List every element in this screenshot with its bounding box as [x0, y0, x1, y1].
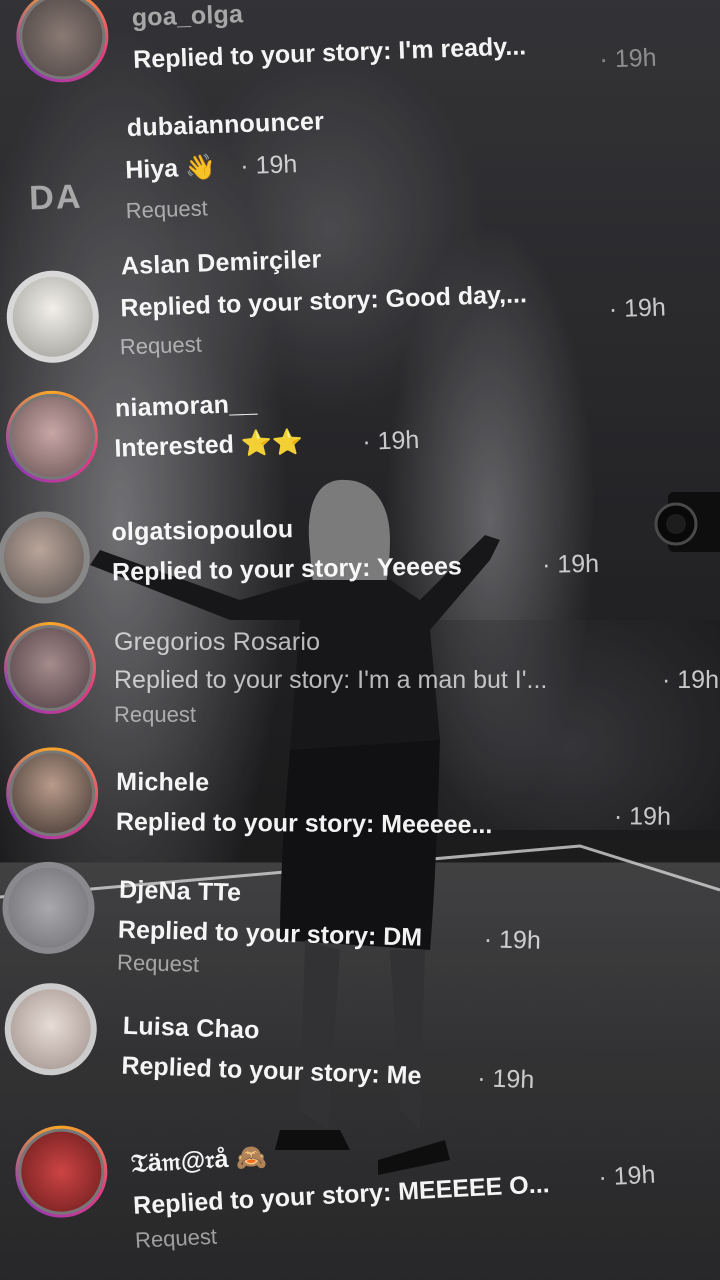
avatar[interactable]: [4, 389, 100, 485]
message-preview: Interested ⭐⭐: [113, 428, 304, 463]
message-preview: Hiya 👋: [124, 153, 217, 185]
timestamp: · 19h: [541, 549, 600, 579]
list-item[interactable]: goa_olga Replied to your story: I'm read…: [0, 0, 720, 93]
message-preview: Replied to your story: Yeeees: [111, 552, 463, 587]
sender-name: olgatsiopoulou: [111, 515, 294, 547]
message-preview: Replied to your story: Good day,...: [120, 280, 528, 323]
list-item[interactable]: Gregorios Rosario Replied to your story:…: [0, 620, 720, 740]
avatar[interactable]: [0, 510, 91, 605]
message-request-list: goa_olga Replied to your story: I'm read…: [0, 0, 720, 1280]
timestamp: · 19h: [597, 1160, 657, 1192]
request-label: Request: [114, 702, 196, 727]
list-item[interactable]: 𝔗ä𝔪@𝔯å 🙈 Replied to your story: MEEEEE O…: [0, 1097, 720, 1255]
list-item[interactable]: Aslan Demirçiler Replied to your story: …: [0, 217, 720, 365]
sender-name: goa_olga: [131, 0, 244, 32]
message-preview: Replied to your story: I'm a man but I'.…: [114, 666, 548, 694]
avatar[interactable]: [13, 1123, 110, 1220]
timestamp: · 19h: [483, 925, 542, 955]
request-label: Request: [116, 949, 200, 977]
message-preview: Replied to your story: Meeeee...: [115, 807, 493, 840]
sender-name: Michele: [116, 767, 210, 797]
list-item[interactable]: Michele Replied to your story: Meeeee...…: [0, 746, 720, 873]
timestamp: · 19h: [662, 666, 719, 694]
sender-name: Aslan Demirçiler: [120, 245, 322, 281]
avatar[interactable]: [5, 746, 99, 840]
avatar[interactable]: [14, 0, 110, 84]
avatar[interactable]: [5, 269, 101, 365]
message-preview: Replied to your story: I'm ready...: [132, 32, 527, 74]
list-item[interactable]: DjeNa TTe Replied to your story: DM · 19…: [0, 860, 720, 1002]
message-preview: Replied to your story: DM: [117, 915, 423, 952]
timestamp: · 19h: [599, 43, 657, 74]
timestamp: · 19h: [608, 293, 667, 324]
avatar[interactable]: [4, 622, 96, 714]
avatar[interactable]: [1, 860, 96, 956]
request-label: Request: [134, 1223, 218, 1253]
sender-name: dubaiannouncer: [126, 107, 325, 143]
timestamp: · 19h: [476, 1064, 535, 1095]
sender-name: Luisa Chao: [122, 1011, 261, 1045]
request-label: Request: [125, 195, 209, 224]
avatar-logo: DA: [28, 177, 84, 218]
timestamp: · 19h: [613, 802, 672, 831]
list-item[interactable]: olgatsiopoulou Replied to your story: Ye…: [0, 496, 720, 629]
sender-name: niamoran__: [114, 389, 258, 423]
timestamp: · 19h: [239, 150, 298, 181]
request-label: Request: [119, 331, 203, 360]
sender-name: Gregorios Rosario: [114, 628, 321, 656]
message-preview: Replied to your story: MEEEEE O...: [132, 1170, 551, 1220]
message-preview: Replied to your story: Me: [121, 1051, 422, 1091]
avatar[interactable]: [3, 981, 99, 1077]
list-item[interactable]: niamoran__ Interested ⭐⭐ · 19h: [0, 359, 720, 504]
timestamp: · 19h: [361, 425, 420, 456]
sender-name: 𝔗ä𝔪@𝔯å 🙈: [130, 1142, 268, 1178]
list-item[interactable]: DA dubaiannouncer Hiya 👋 · 19h Request: [0, 83, 720, 228]
sender-name: DjeNa TTe: [118, 875, 242, 907]
